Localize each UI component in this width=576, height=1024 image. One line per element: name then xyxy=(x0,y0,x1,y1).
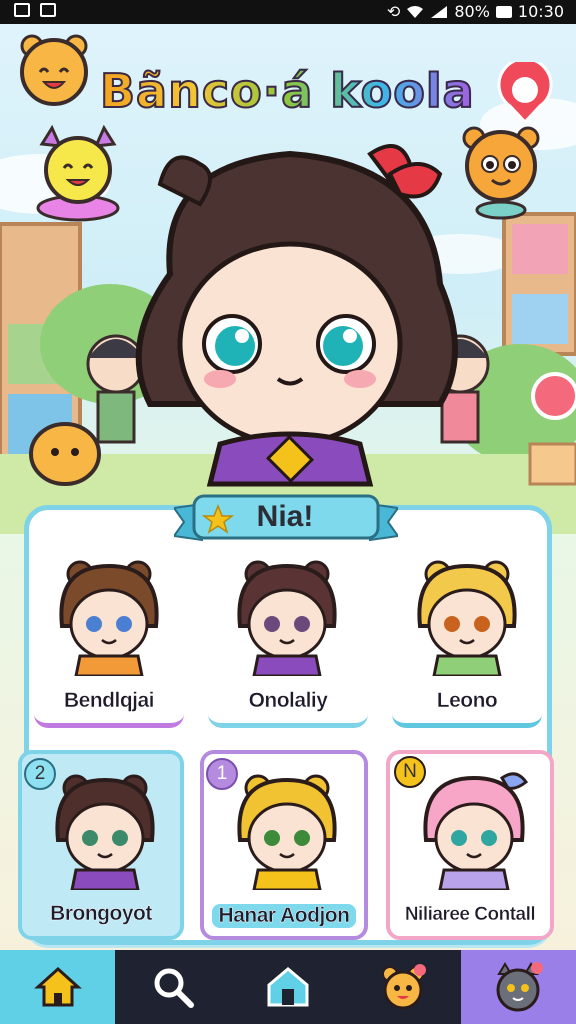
battery-percent: 80% xyxy=(454,2,490,21)
character-card[interactable]: 2 Brongoyot xyxy=(18,750,184,940)
house-outline-icon xyxy=(267,967,309,1007)
character-name: Hanar Aodjon xyxy=(212,904,356,928)
search-icon xyxy=(154,968,194,1008)
character-portrait xyxy=(423,772,529,890)
character-name: Niliaree Contall xyxy=(404,904,536,925)
battery-icon xyxy=(495,5,512,18)
nav-house[interactable] xyxy=(230,950,345,1024)
cat-mascot-icon[interactable] xyxy=(30,124,126,224)
character-card[interactable]: Bendlqjai xyxy=(34,540,184,728)
character-card[interactable]: 1 Hanar Aodjon xyxy=(200,750,368,940)
sync-icon: ⟲ xyxy=(386,2,401,21)
character-card[interactable]: Leono xyxy=(392,540,542,728)
location-pin-icon[interactable] xyxy=(494,62,556,124)
wifi-icon xyxy=(407,5,424,18)
nav-home[interactable] xyxy=(0,950,116,1024)
signal-icon xyxy=(431,5,448,18)
character-name: Onolaliy xyxy=(248,689,328,712)
selection-header: Nia! xyxy=(256,500,314,533)
character-name: Brongoyot xyxy=(50,902,153,925)
clock: 10:30 xyxy=(517,2,564,21)
character-portrait xyxy=(55,774,155,890)
character-card[interactable]: Onolaliy xyxy=(208,540,368,728)
character-name: Leono xyxy=(436,689,498,712)
character-name: Bendlqjai xyxy=(63,689,155,712)
nav-search[interactable] xyxy=(115,950,230,1024)
bear-mascot-icon[interactable] xyxy=(14,32,94,112)
character-portrait xyxy=(237,560,337,676)
nav-profile[interactable] xyxy=(460,950,576,1024)
mascot-icon xyxy=(382,964,427,1010)
nav-mascot[interactable] xyxy=(346,950,461,1024)
profile-avatar-icon xyxy=(496,962,544,1012)
character-card[interactable]: N Niliaree Contall xyxy=(386,750,554,940)
character-portrait xyxy=(237,774,337,890)
tiger-mascot-icon[interactable] xyxy=(456,122,546,222)
bottom-nav xyxy=(0,950,576,1024)
home-icon xyxy=(33,966,82,1007)
character-portrait xyxy=(417,560,517,676)
notification-icon xyxy=(14,3,30,17)
app-title: Bãnco·á koola xyxy=(99,63,475,119)
character-portrait xyxy=(59,560,159,676)
status-bar: ⟲ 80% 10:30 xyxy=(0,0,576,24)
image-notification-icon xyxy=(40,3,56,17)
